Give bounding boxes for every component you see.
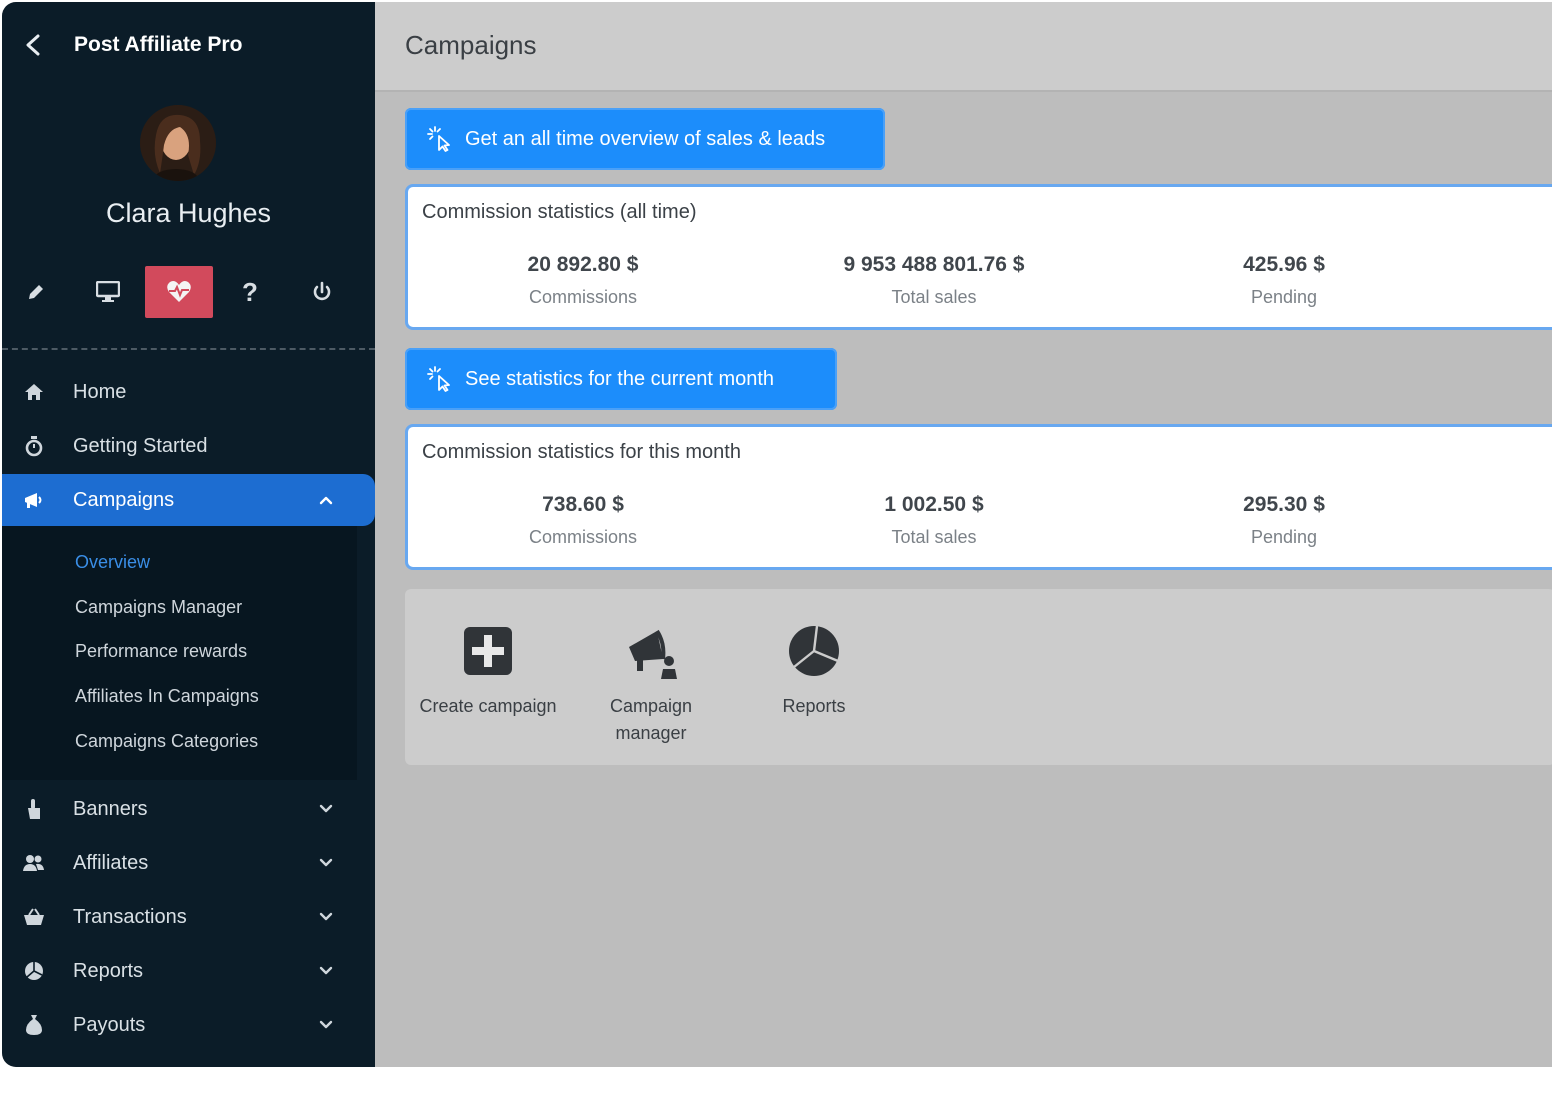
stat-total-sales: 1 002.50 $ Total sales [804,493,1064,548]
card-title: Commission statistics for this month [422,441,741,463]
all-time-overview-button[interactable]: Get an all time overview of sales & lead… [405,108,885,170]
stat-commissions: 738.60 $ Commissions [453,493,713,548]
stat-value: 9 953 488 801.76 $ [843,253,1025,276]
sidebar-divider [2,348,375,350]
create-campaign-link[interactable]: Create campaign [408,623,568,720]
sidebar-item-payouts[interactable]: Payouts [2,999,375,1051]
back-arrow-icon[interactable] [22,30,44,60]
campaigns-submenu: Overview Campaigns Manager Performance r… [2,526,357,780]
sidebar-header: Post Affiliate Pro [2,2,375,92]
stopwatch-icon [23,435,45,457]
avatar[interactable] [140,105,216,181]
display-button[interactable] [74,266,142,318]
help-button[interactable]: ? [216,266,284,318]
basket-icon [23,906,45,928]
stat-total-sales: 9 953 488 801.76 $ Total sales [804,253,1064,308]
quick-link-label: Reports [782,696,846,716]
chevron-down-icon [319,1020,333,1029]
submenu-overview[interactable]: Overview [75,552,150,573]
stat-label: Pending [1250,527,1318,547]
sidebar-item-banners[interactable]: Banners [2,783,375,835]
plus-square-icon [464,627,512,675]
stat-label: Commissions [528,527,638,547]
quick-link-label: Create campaign [419,696,557,716]
submenu-performance-rewards[interactable]: Performance rewards [75,641,247,662]
stat-value: 738.60 $ [542,493,624,516]
chevron-up-icon [319,496,333,505]
sidebar: Post Affiliate Pro Clara Hughes ? Home G… [2,2,375,1067]
submenu-campaigns-manager[interactable]: Campaigns Manager [75,597,242,618]
current-month-stats-button[interactable]: See statistics for the current month [405,348,837,410]
all-time-stats-card: Commission statistics (all time) 20 892.… [405,184,1552,330]
sidebar-item-label: Home [73,380,127,403]
stat-value: 20 892.80 $ [527,253,639,276]
campaign-manager-link[interactable]: Campaign manager [571,623,731,747]
stat-value: 295.30 $ [1243,493,1325,516]
page-header: Campaigns [375,2,1552,92]
app-window: Post Affiliate Pro Clara Hughes ? Home G… [2,2,1552,1067]
chevron-down-icon [319,804,333,813]
quick-link-label: Campaign manager [571,693,731,747]
sidebar-item-label: Transactions [73,905,187,928]
stat-label: Commissions [528,287,638,307]
stat-label: Total sales [891,527,977,547]
card-title: Commission statistics (all time) [422,201,697,223]
app-title: Post Affiliate Pro [74,33,243,56]
quick-link-label-line2: manager [615,723,687,743]
submenu-affiliates-in-campaigns[interactable]: Affiliates In Campaigns [75,686,259,707]
click-sparkle-icon [427,366,450,392]
pencil-icon [29,285,43,299]
stat-commissions: 20 892.80 $ Commissions [453,253,713,308]
stat-pending: 295.30 $ Pending [1154,493,1414,548]
money-bag-icon [23,1014,45,1036]
megaphone-person-icon [629,629,677,679]
question-icon: ? [242,276,258,307]
pointer-hand-icon [23,798,45,820]
sidebar-item-transactions[interactable]: Transactions [2,891,375,943]
stat-value: 425.96 $ [1243,253,1325,276]
heart-pulse-icon [167,281,191,302]
current-month-stats-label: See statistics for the current month [465,367,775,390]
sidebar-item-affiliates[interactable]: Affiliates [2,837,375,889]
chevron-down-icon [319,912,333,921]
sidebar-item-getting-started[interactable]: Getting Started [2,420,375,472]
stat-label: Total sales [891,287,977,307]
health-status-button[interactable] [145,266,213,318]
pie-chart-icon [23,960,45,982]
sidebar-toolbar: ? [2,266,375,320]
sidebar-item-label: Payouts [73,1013,146,1036]
this-month-stats-card: Commission statistics for this month 738… [405,424,1552,570]
sidebar-item-label: Reports [73,959,144,982]
chevron-down-icon [319,858,333,867]
sidebar-item-home[interactable]: Home [2,366,375,418]
sidebar-item-campaigns[interactable]: Campaigns [2,474,375,526]
user-name: Clara Hughes [105,198,272,228]
sidebar-item-label: Getting Started [73,434,208,457]
all-time-overview-label: Get an all time overview of sales & lead… [465,127,826,150]
stat-value: 1 002.50 $ [884,493,984,516]
click-sparkle-icon [427,126,450,152]
power-icon [313,281,331,301]
avatar-image [140,105,216,181]
chevron-down-icon [319,966,333,975]
quick-link-label-line1: Campaign [609,696,693,716]
sidebar-item-label: Banners [73,797,148,820]
megaphone-icon [23,489,45,511]
logout-button[interactable] [288,266,356,318]
stat-label: Pending [1250,287,1318,307]
submenu-campaigns-categories[interactable]: Campaigns Categories [75,731,258,752]
home-icon [23,381,45,403]
reports-link[interactable]: Reports [734,623,894,720]
edit-profile-button[interactable] [2,266,70,318]
pie-chart-icon [789,625,839,676]
sidebar-item-reports[interactable]: Reports [2,945,375,997]
quick-links-panel: Create campaign Campaign manager Reports [405,589,1552,765]
stat-pending: 425.96 $ Pending [1154,253,1414,308]
page-title: Campaigns [405,30,537,60]
monitor-icon [96,281,120,302]
sidebar-item-label: Campaigns [73,488,175,511]
sidebar-item-label: Affiliates [73,851,149,874]
users-icon [23,852,45,874]
